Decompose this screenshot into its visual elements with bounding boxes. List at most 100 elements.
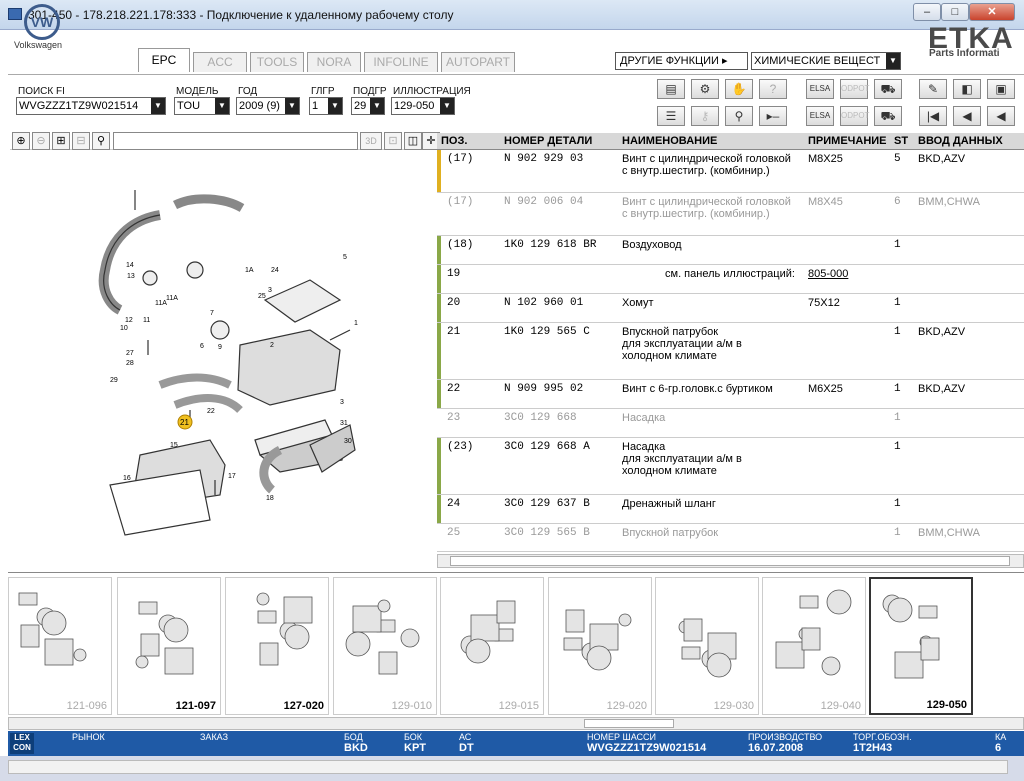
thumbnail-shape <box>470 614 500 642</box>
horizontal-scrollbar[interactable] <box>8 760 1008 774</box>
table-row[interactable]: 23 3C0 129 668 Насадка 1 <box>437 409 1024 438</box>
tab-autopart[interactable]: AUTOPART <box>441 52 515 72</box>
table-row[interactable]: (18) 1K0 129 618 BR Воздуховод 1 <box>437 236 1024 265</box>
thumbnail-number: 129-015 <box>498 700 539 712</box>
table-row[interactable]: 19 см. панель иллюстраций: 805-000 <box>437 265 1024 294</box>
table-row[interactable]: 20 N 102 960 01 Хомут 75X12 1 <box>437 294 1024 323</box>
tab-acc[interactable]: ACC <box>193 52 247 72</box>
split-view-icon[interactable]: ⊡ <box>384 132 402 150</box>
illustration-link[interactable]: 805-000 <box>808 268 848 280</box>
odpot-icon[interactable]: ODPOT <box>840 79 869 99</box>
zoom-window-icon[interactable]: ⊟ <box>72 132 90 150</box>
key-icon[interactable]: ⚷ <box>691 106 719 126</box>
header-st: ST <box>894 135 909 147</box>
help-icon[interactable]: ? <box>759 79 787 99</box>
prev-doc-icon[interactable]: ◧ <box>953 79 981 99</box>
other-functions-button[interactable]: ДРУГИЕ ФУНКЦИИ ▸ <box>615 52 748 70</box>
maximize-button[interactable]: □ <box>941 3 969 21</box>
rdp-bottom-scrollbar-area <box>0 756 1024 781</box>
3d-view-button[interactable]: 3D <box>360 132 382 150</box>
table-row[interactable]: 21 1K0 129 565 C Впускной патрубок для экс… <box>437 323 1024 380</box>
play-minus-icon[interactable]: ▸– <box>759 106 787 126</box>
odpot2-icon[interactable]: ODPOT <box>840 106 869 126</box>
next-doc-icon[interactable]: ▣ <box>987 79 1015 99</box>
row-st: 1 <box>894 326 901 338</box>
svg-text:3: 3 <box>268 287 272 294</box>
illustration-select[interactable]: 129-050 ▼ <box>391 97 455 115</box>
pin-icon[interactable]: ✎ <box>919 79 947 99</box>
zoom-in-icon[interactable]: ⊕ <box>12 132 30 150</box>
table-row[interactable]: 22 N 909 995 02 Винт с 6-гр.головк.с бурти… <box>437 380 1024 409</box>
minimize-button[interactable]: – <box>913 3 941 21</box>
table-row[interactable]: (17) N 902 006 04 Винт с цилиндрической го… <box>437 193 1024 236</box>
illustration-thumbnail[interactable]: 129-050 <box>869 577 973 715</box>
illustration-label: ИЛЛЮСТРАЦИЯ <box>393 86 471 97</box>
illustration-thumbnail[interactable]: 129-020 <box>548 577 652 715</box>
chevron-down-icon: ▼ <box>285 98 299 114</box>
bike-icon[interactable]: ⚲ <box>725 106 753 126</box>
illustration-thumbnail[interactable]: 121-096 <box>8 577 112 715</box>
row-vin-input: BKD,AZV <box>918 383 966 395</box>
year-select[interactable]: 2009 (9) ▼ <box>236 97 300 115</box>
row-pos: 19 <box>447 268 461 280</box>
header-vin-input: ВВОД ДАННЫХ <box>918 135 1003 147</box>
row-part-number: 3C0 129 668 <box>504 412 577 424</box>
table-row[interactable]: 24 3C0 129 637 B Дренажный шланг 1 <box>437 495 1024 524</box>
row-name: Насадка для эксплуатации а/м в холодном … <box>622 441 742 477</box>
tab-epc[interactable]: EPC <box>138 48 190 72</box>
print-icon[interactable]: ▤ <box>657 79 685 99</box>
layout-icon[interactable]: ◫ <box>404 132 422 150</box>
prev-icon[interactable]: ◀ <box>953 106 981 126</box>
tab-infoline[interactable]: INFOLINE <box>364 52 438 72</box>
row-part-number: 1K0 129 618 BR <box>504 239 597 251</box>
illustration-thumbnail[interactable]: 129-030 <box>655 577 759 715</box>
header-pos: ПОЗ. <box>441 135 468 147</box>
zoom-fit-icon[interactable]: ⊞ <box>52 132 70 150</box>
main-group-select[interactable]: 1 ▼ <box>309 97 343 115</box>
elsa2-icon[interactable]: ELSA <box>806 106 834 126</box>
illustration-thumbnail[interactable]: 129-040 <box>762 577 866 715</box>
parts-table-scrollbar[interactable] <box>437 554 1024 568</box>
elsa-icon[interactable]: ELSA <box>806 79 834 99</box>
table-row[interactable]: (23) 3C0 129 668 A Насадка для эксплуатаци… <box>437 438 1024 495</box>
scrollbar-thumb[interactable] <box>584 719 674 728</box>
cart-add-icon[interactable]: ⛟ <box>874 106 902 126</box>
illustration-thumbnail[interactable]: 127-020 <box>225 577 329 715</box>
scrollbar-thumb[interactable] <box>450 556 1010 566</box>
handshake-icon[interactable]: ✋ <box>725 79 753 99</box>
thumbnail-shape <box>618 613 632 627</box>
table-row[interactable]: 25 3C0 129 565 B Впускной патрубок 1 BMM,CHW… <box>437 524 1024 552</box>
trade-value: 1T2H43 <box>853 742 893 754</box>
fi-select[interactable]: WVGZZZ1TZ9W021514 ▼ <box>16 97 166 115</box>
tab-tools[interactable]: TOOLS <box>250 52 304 72</box>
first-icon[interactable]: |◀ <box>919 106 947 126</box>
chassis-value: WVGZZZ1TZ9W021514 <box>587 742 707 754</box>
back-icon[interactable]: ◀ <box>987 106 1015 126</box>
other-functions-select[interactable]: ХИМИЧЕСКИЕ ВЕЩЕСТ ▼ <box>751 52 901 70</box>
parts-icon[interactable]: ⚙ <box>691 79 719 99</box>
zoom-out-icon[interactable]: ⊖ <box>32 132 50 150</box>
row-marker <box>437 495 441 523</box>
illustration-thumbnail[interactable]: 129-015 <box>440 577 544 715</box>
model-value: TOU <box>177 100 201 112</box>
thumbnail-shape <box>352 605 382 633</box>
row-marker <box>437 380 441 408</box>
list-icon[interactable]: ☰ <box>657 106 685 126</box>
illustration-thumbnail[interactable]: 129-010 <box>333 577 437 715</box>
other-functions-value: ХИМИЧЕСКИЕ ВЕЩЕСТ <box>754 55 881 67</box>
parts-illustration[interactable]: 1 1A 2 3 24 25 5 3 30 31 7 9 6 10 12 11 11A 11A 14 13… <box>10 150 435 570</box>
tab-nora[interactable]: NORA <box>307 52 361 72</box>
illustration-thumbnail[interactable]: 121-097 <box>117 577 221 715</box>
close-button[interactable]: ✕ <box>969 3 1015 21</box>
thumbnail-shape <box>887 597 913 623</box>
illustration-search-input[interactable] <box>113 132 358 150</box>
cart-icon[interactable]: ⛟ <box>874 79 902 99</box>
table-row[interactable]: (17) N 902 929 03 Винт с цилиндрической го… <box>437 150 1024 193</box>
thumbnail-scrollbar[interactable] <box>8 717 1024 730</box>
thumbnail-shape <box>683 618 703 642</box>
sub-group-select[interactable]: 29 ▼ <box>351 97 385 115</box>
search-icon[interactable]: ⚲ <box>92 132 110 150</box>
svg-text:22: 22 <box>207 408 215 415</box>
svg-text:28: 28 <box>126 360 134 367</box>
model-select[interactable]: TOU ▼ <box>174 97 230 115</box>
